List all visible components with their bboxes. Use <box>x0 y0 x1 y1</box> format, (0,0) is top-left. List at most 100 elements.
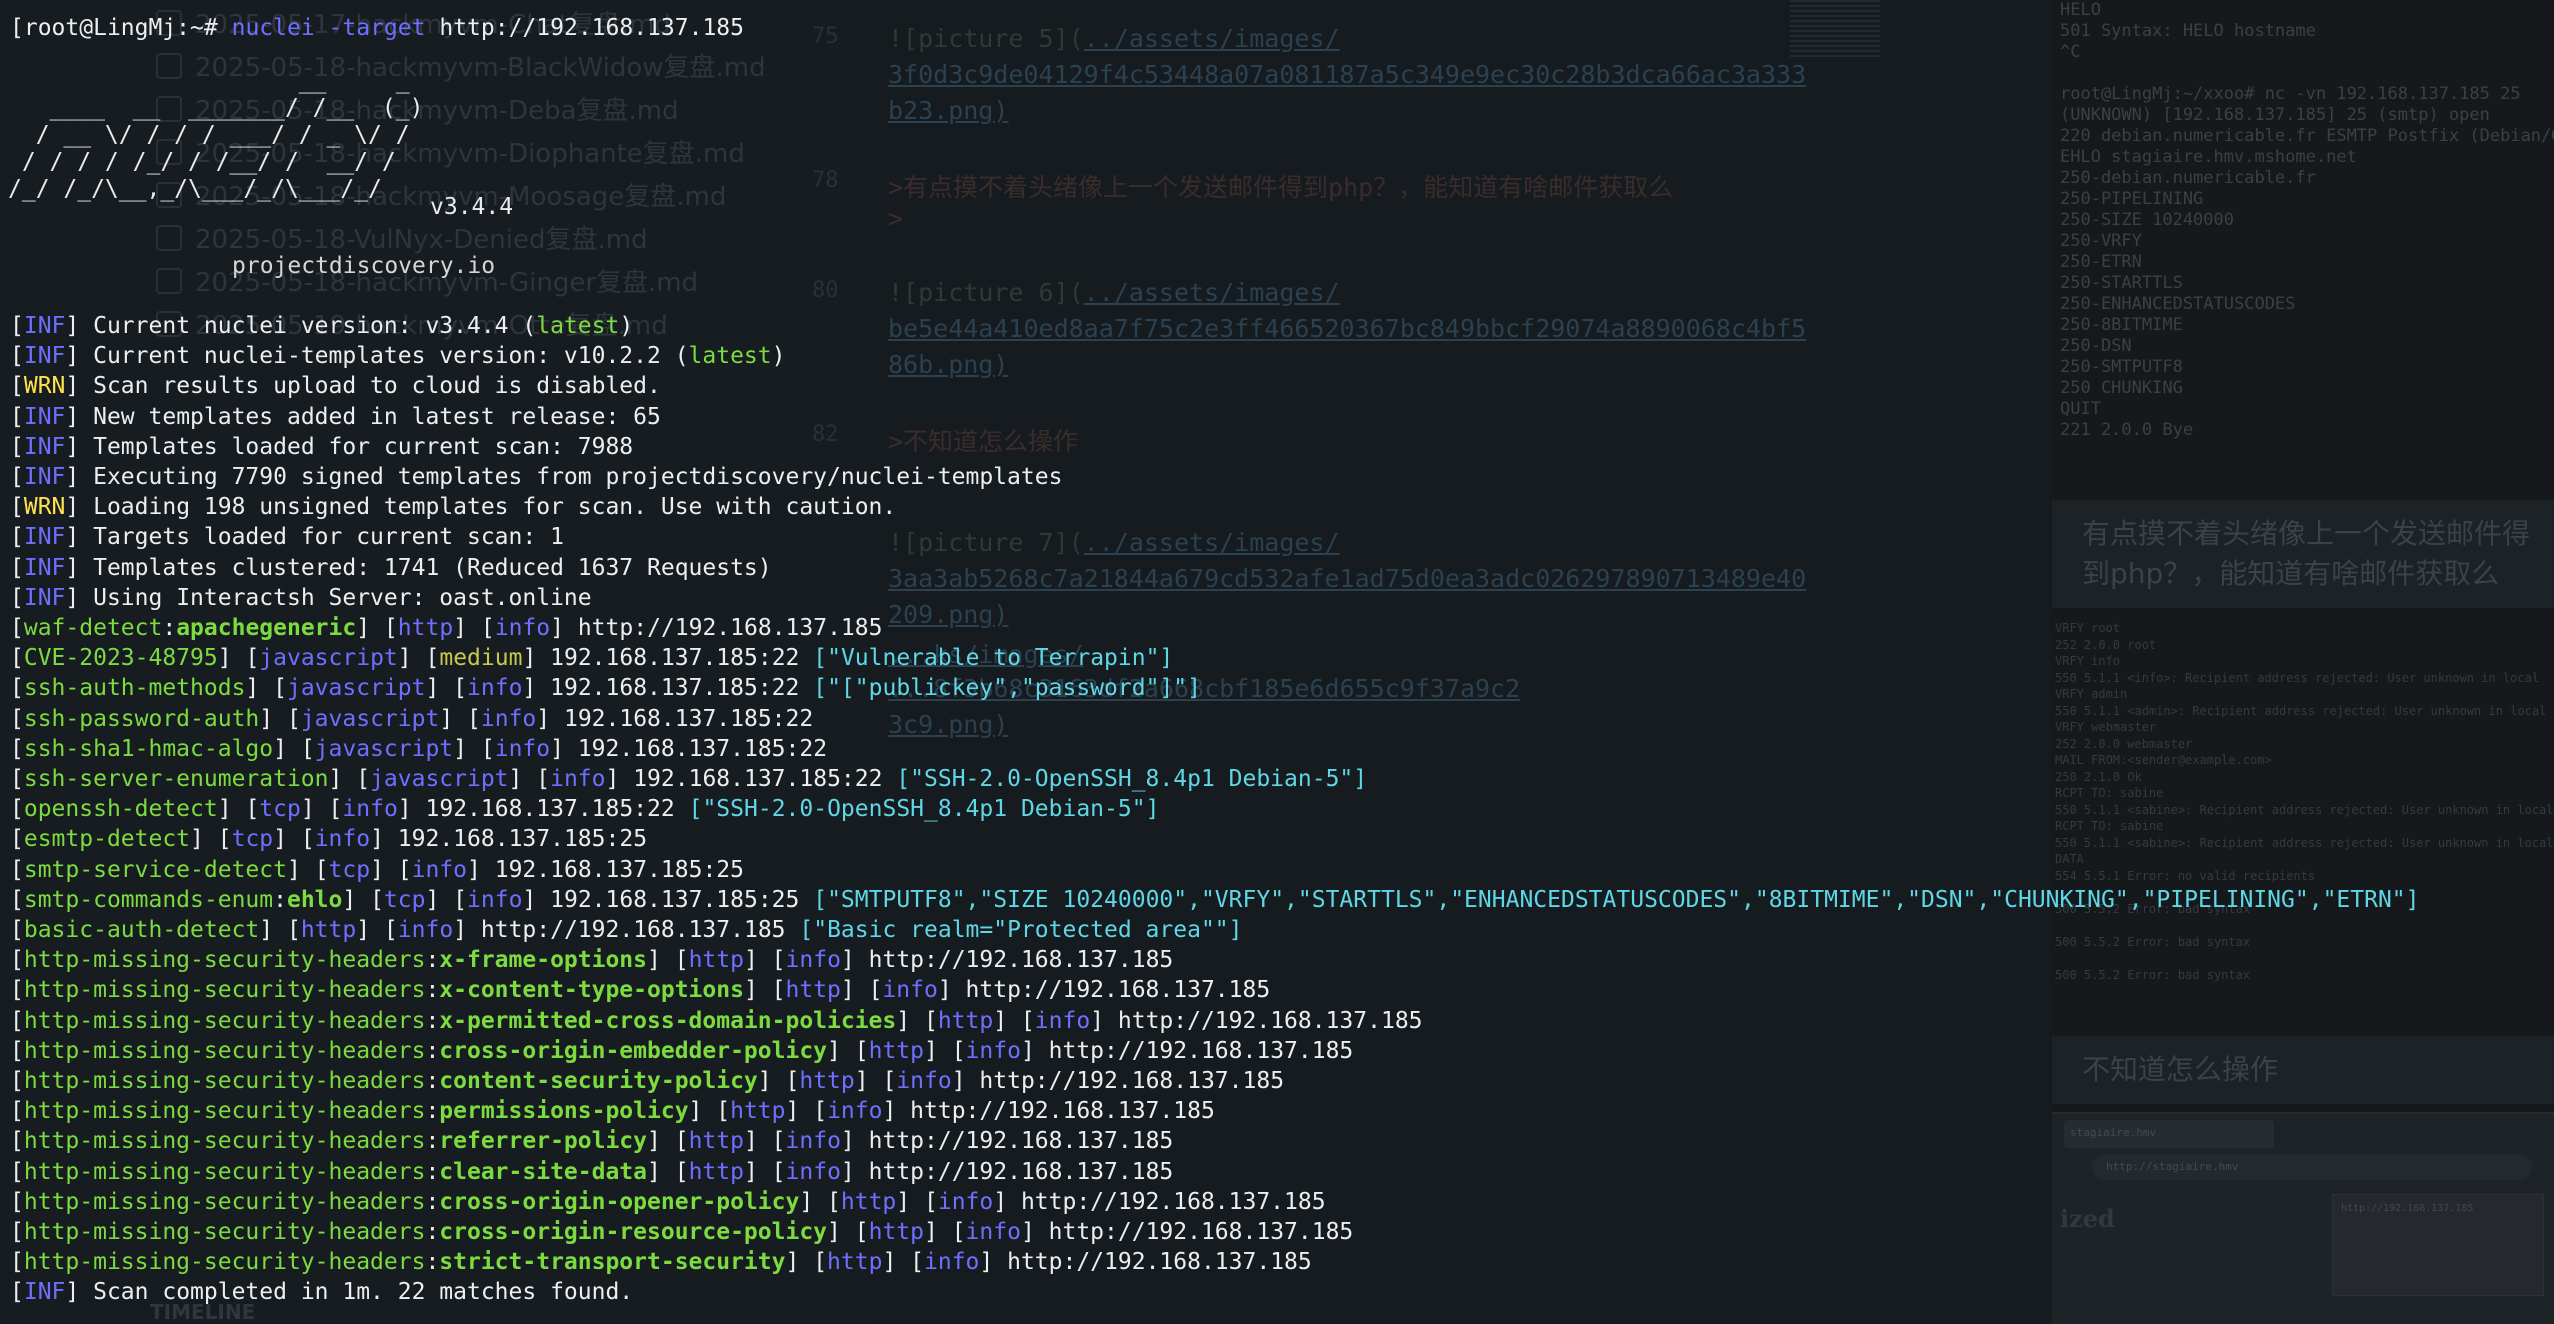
template-id: http-missing-security-headers <box>23 1068 426 1094</box>
finding-template: [http-missing-security-headers:x-permitt… <box>10 1008 924 1034</box>
finding-template: [openssh-detect] <box>10 796 246 822</box>
extracted-results: ["SSH-2.0-OpenSSH_8.4p1 Debian-5"] <box>896 766 1368 792</box>
finding-protocol: [http] <box>383 615 481 641</box>
finding-target: 192.168.137.185:22 <box>550 675 800 701</box>
protocol-name: http <box>785 977 841 1003</box>
finding-protocol: [http] <box>813 1249 911 1275</box>
severity-info: info <box>467 675 523 701</box>
shell-prompt: root@LingMj:~# <box>23 15 218 41</box>
finding-line: [CVE-2023-48795] [javascript] [medium] 1… <box>10 644 1173 672</box>
finding-line: [openssh-detect] [tcp] [info] 192.168.13… <box>10 795 1159 823</box>
severity-info: info <box>924 1249 980 1275</box>
finding-template: [smtp-service-detect] <box>10 857 315 883</box>
protocol-name: javascript <box>259 645 398 671</box>
finding-line: [smtp-service-detect] [tcp] [info] 192.1… <box>10 856 744 884</box>
template-id: http-missing-security-headers <box>23 1159 426 1185</box>
status-line: [INF] Current nuclei version: v3.4.4 (la… <box>10 312 633 340</box>
status-text-end: ) <box>771 343 786 369</box>
status-text: Templates loaded for current scan: 7988 <box>79 434 634 460</box>
terminal-window[interactable]: [root@LingMj:~# nuclei -target http://19… <box>0 0 2554 1322</box>
finding-target: http://192.168.137.185 <box>1117 1008 1423 1034</box>
finding-protocol: [http] <box>674 1128 772 1154</box>
finding-template: [ssh-password-auth] <box>10 706 287 732</box>
finding-protocol: [http] <box>923 1008 1021 1034</box>
severity-info: info <box>342 796 398 822</box>
protocol-name: http <box>868 1219 924 1245</box>
template-id: http-missing-security-headers <box>23 1219 426 1245</box>
finding-target: http://192.168.137.185 <box>480 917 786 943</box>
severity-info: info <box>965 1038 1021 1064</box>
status-text: Targets loaded for current scan: 1 <box>79 524 564 550</box>
finding-template: [http-missing-security-headers:x-frame-o… <box>10 947 675 973</box>
protocol-name: javascript <box>370 766 509 792</box>
finding-line: [http-missing-security-headers:strict-tr… <box>10 1248 1312 1276</box>
finding-line: [ssh-server-enumeration] [javascript] [i… <box>10 765 1367 793</box>
finding-target: 192.168.137.185:22 <box>550 645 800 671</box>
finding-target: 192.168.137.185:22 <box>577 736 828 762</box>
status-line: [INF] Current nuclei-templates version: … <box>10 342 786 370</box>
status-line: [WRN] Loading 198 unsigned templates for… <box>10 493 896 521</box>
status-line: [INF] Targets loaded for current scan: 1 <box>10 523 564 551</box>
status-line: [INF] Templates loaded for current scan:… <box>10 433 633 461</box>
matcher-name: x-content-type-options <box>439 977 744 1003</box>
matcher-name: x-frame-options <box>439 947 648 973</box>
finding-line: [waf-detect:apachegeneric] [http] [info]… <box>10 614 882 642</box>
finding-severity: [info] <box>480 615 578 641</box>
log-level-inf: INF <box>23 1279 66 1305</box>
finding-severity: [info] <box>771 947 869 973</box>
finding-severity: [info] <box>813 1098 911 1124</box>
status-text: Executing 7790 signed templates from pro… <box>79 464 1063 490</box>
log-level-wrn: WRN <box>23 373 66 399</box>
finding-severity: [info] <box>480 736 578 762</box>
finding-line: [http-missing-security-headers:content-s… <box>10 1067 1284 1095</box>
log-level-inf: INF <box>23 343 66 369</box>
extracted-results: ["SSH-2.0-OpenSSH_8.4p1 Debian-5"] <box>688 796 1160 822</box>
matcher-name: x-permitted-cross-domain-policies <box>439 1008 897 1034</box>
finding-target: http://192.168.137.185 <box>868 947 1174 973</box>
log-level-tag: [INF] <box>10 1279 80 1305</box>
severity-info: info <box>882 977 938 1003</box>
finding-template: [http-missing-security-headers:permissio… <box>10 1098 717 1124</box>
finding-line: [http-missing-security-headers:clear-sit… <box>10 1158 1173 1186</box>
template-id: http-missing-security-headers <box>23 1008 426 1034</box>
extracted-results: ["Vulnerable to Terrapin"] <box>813 645 1174 671</box>
finding-template: [ssh-sha1-hmac-algo] <box>10 736 301 762</box>
log-level-tag: [INF] <box>10 404 80 430</box>
log-level-tag: [INF] <box>10 313 80 339</box>
log-level-inf: INF <box>23 555 66 581</box>
finding-template: [http-missing-security-headers:cross-ori… <box>10 1189 828 1215</box>
finding-protocol: [javascript] <box>356 766 537 792</box>
protocol-name: javascript <box>314 736 454 762</box>
finding-severity: [info] <box>453 675 551 701</box>
finding-template: [http-missing-security-headers:clear-sit… <box>10 1159 675 1185</box>
matcher-name: referrer-policy <box>439 1128 648 1154</box>
protocol-name: http <box>827 1249 883 1275</box>
nuclei-banner-art: __ _ ____ __ _______/ /__ (_) / __ \/ / … <box>8 68 424 202</box>
finding-severity: [info] <box>328 796 426 822</box>
severity-info: info <box>896 1068 952 1094</box>
finding-target: 192.168.137.185:22 <box>425 796 675 822</box>
command-name: nuclei <box>231 15 315 41</box>
finding-severity: [info] <box>536 766 634 792</box>
finding-severity: [info] <box>882 1068 980 1094</box>
finding-severity: [info] <box>951 1038 1049 1064</box>
severity-info: info <box>1034 1008 1091 1034</box>
log-level-inf: INF <box>23 524 66 550</box>
log-level-inf: INF <box>23 464 66 490</box>
status-text: Loading 198 unsigned templates for scan.… <box>79 494 897 520</box>
severity-info: info <box>397 917 454 943</box>
finding-target: http://192.168.137.185 <box>868 1128 1174 1154</box>
finding-target: http://192.168.137.185 <box>1048 1038 1354 1064</box>
finding-line: [http-missing-security-headers:cross-ori… <box>10 1188 1326 1216</box>
scan-summary-line: [INF] Scan completed in 1m. 22 matches f… <box>10 1278 633 1306</box>
template-id: ssh-sha1-hmac-algo <box>23 736 274 762</box>
template-id: smtp-service-detect <box>23 857 287 883</box>
protocol-name: http <box>937 1008 994 1034</box>
protocol-name: tcp <box>383 887 426 913</box>
template-id: http-missing-security-headers <box>23 947 426 973</box>
finding-severity: [info] <box>771 1128 869 1154</box>
severity-info: info <box>411 857 468 883</box>
finding-template: [ssh-auth-methods] <box>10 675 274 701</box>
severity-info: info <box>785 947 841 973</box>
severity-info: info <box>467 887 523 913</box>
